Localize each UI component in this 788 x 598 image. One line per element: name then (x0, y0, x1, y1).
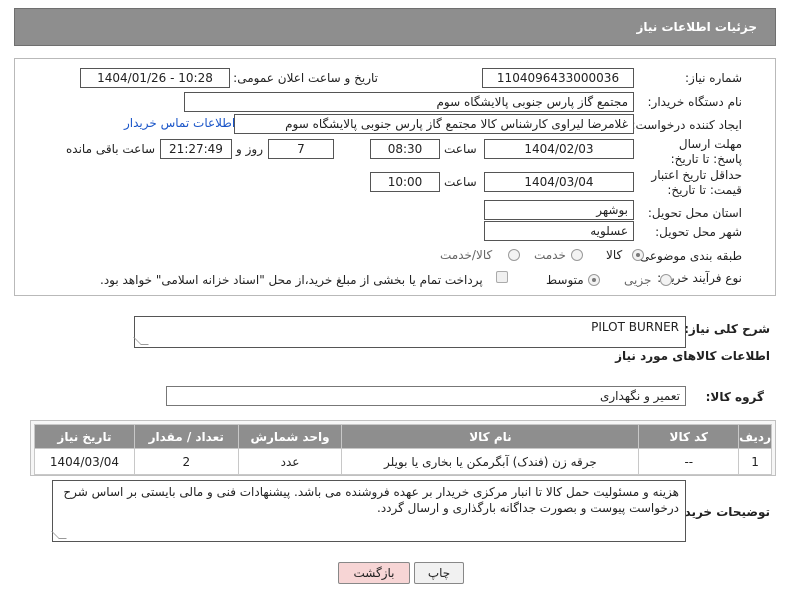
category-label: طبقه بندی موضوعی: (635, 249, 742, 263)
resize-grip-icon[interactable] (51, 531, 67, 539)
validity-time-field: 10:00 (370, 172, 440, 192)
reply-time-field: 08:30 (370, 139, 440, 159)
remaining-time-label: ساعت باقی مانده (66, 142, 156, 156)
payment-note: پرداخت تمام یا بخشی از مبلغ خرید،از محل … (100, 273, 483, 287)
col-quantity: تعداد / مقدار (133, 424, 239, 449)
goods-group-field: تعمیر و نگهداری (166, 386, 686, 406)
category-radio-service[interactable] (571, 249, 583, 261)
description-label: شرح کلی نیاز: (684, 322, 770, 336)
announce-date-label: تاریخ و ساعت اعلان عمومی: (233, 71, 378, 85)
back-button[interactable]: بازگشت (338, 562, 410, 584)
buyer-notes-field: هزینه و مسئولیت حمل کالا تا انبار مرکزی … (51, 480, 686, 542)
validity-date-field: 1404/03/04 (484, 172, 634, 192)
announce-date-field: 1404/01/26 - 10:28 (80, 68, 230, 88)
cell-need-date: 1404/03/04 (34, 448, 135, 475)
city-field: عسلویه (484, 221, 634, 241)
items-table-header: ردیف کد کالا نام کالا واحد شمارش تعداد /… (34, 424, 772, 449)
buyer-contact-link[interactable]: اطلاعات تماس خریدار (124, 116, 235, 130)
cell-unit: عدد (237, 448, 343, 475)
reply-date-field: 1404/02/03 (484, 139, 634, 159)
process-radio-minor[interactable] (660, 274, 672, 286)
reply-time-label: ساعت (444, 142, 477, 156)
buyer-org-label: نام دستگاه خریدار: (647, 95, 743, 109)
category-option-both: کالا/خدمت (440, 248, 493, 262)
validity-time-label: ساعت (444, 175, 477, 189)
col-need-date: تاریخ نیاز (34, 424, 135, 449)
requester-field: غلامرضا لیراوی کارشناس کالا مجتمع گاز پا… (234, 114, 634, 134)
buyer-notes-text: هزینه و مسئولیت حمل کالا تا انبار مرکزی … (63, 485, 679, 515)
cell-item-code: -- (638, 448, 740, 475)
reply-deadline-label: مهلت ارسال پاسخ: تا تاریخ: (670, 137, 742, 166)
category-radio-both[interactable] (508, 249, 520, 261)
cell-row-number: 1 (738, 448, 772, 475)
cell-quantity: 2 (133, 448, 239, 475)
buyer-org-field: مجتمع گاز پارس جنوبی پالایشگاه سوم (184, 92, 634, 112)
description-field: PILOT BURNER (133, 316, 686, 348)
payment-treasury-checkbox[interactable] (496, 271, 508, 283)
city-label: شهر محل تحویل: (655, 225, 742, 239)
days-label: روز و (236, 142, 263, 156)
need-number-field: 1104096433000036 (482, 68, 634, 88)
category-radio-goods[interactable] (632, 249, 644, 261)
province-field: بوشهر (484, 200, 634, 220)
process-radio-medium[interactable] (588, 274, 600, 286)
description-text: PILOT BURNER (591, 320, 679, 334)
page-title: جزئیات اطلاعات نیاز (636, 20, 757, 34)
resize-grip-icon[interactable] (133, 337, 149, 345)
col-row-number: ردیف (738, 424, 772, 449)
table-row: 1 -- جرقه زن (فندک) آبگرمکن یا بخاری یا … (34, 448, 772, 475)
col-item-name: نام کالا (341, 424, 640, 449)
need-number-label: شماره نیاز: (685, 71, 742, 85)
days-field: 7 (268, 139, 334, 159)
category-option-goods: کالا (606, 248, 623, 262)
category-option-service: خدمت (534, 248, 566, 262)
process-option-medium: متوسط (546, 273, 584, 287)
price-validity-label: حداقل تاریخ اعتبار قیمت: تا تاریخ: (651, 168, 742, 197)
goods-section-title: اطلاعات کالاهای مورد نیاز (615, 349, 770, 363)
col-item-code: کد کالا (638, 424, 740, 449)
items-table: ردیف کد کالا نام کالا واحد شمارش تعداد /… (34, 424, 772, 475)
requester-label: ایجاد کننده درخواست: (631, 118, 742, 132)
goods-group-label: گروه کالا: (705, 390, 764, 404)
remaining-time-field: 21:27:49 (160, 139, 232, 159)
cell-item-name: جرقه زن (فندک) آبگرمکن یا بخاری یا بویلر (341, 448, 640, 475)
province-label: استان محل تحویل: (647, 206, 742, 220)
page-header: جزئیات اطلاعات نیاز (14, 8, 776, 46)
process-option-minor: جزیی (624, 273, 652, 287)
print-button[interactable]: چاپ (414, 562, 464, 584)
col-unit: واحد شمارش (237, 424, 343, 449)
